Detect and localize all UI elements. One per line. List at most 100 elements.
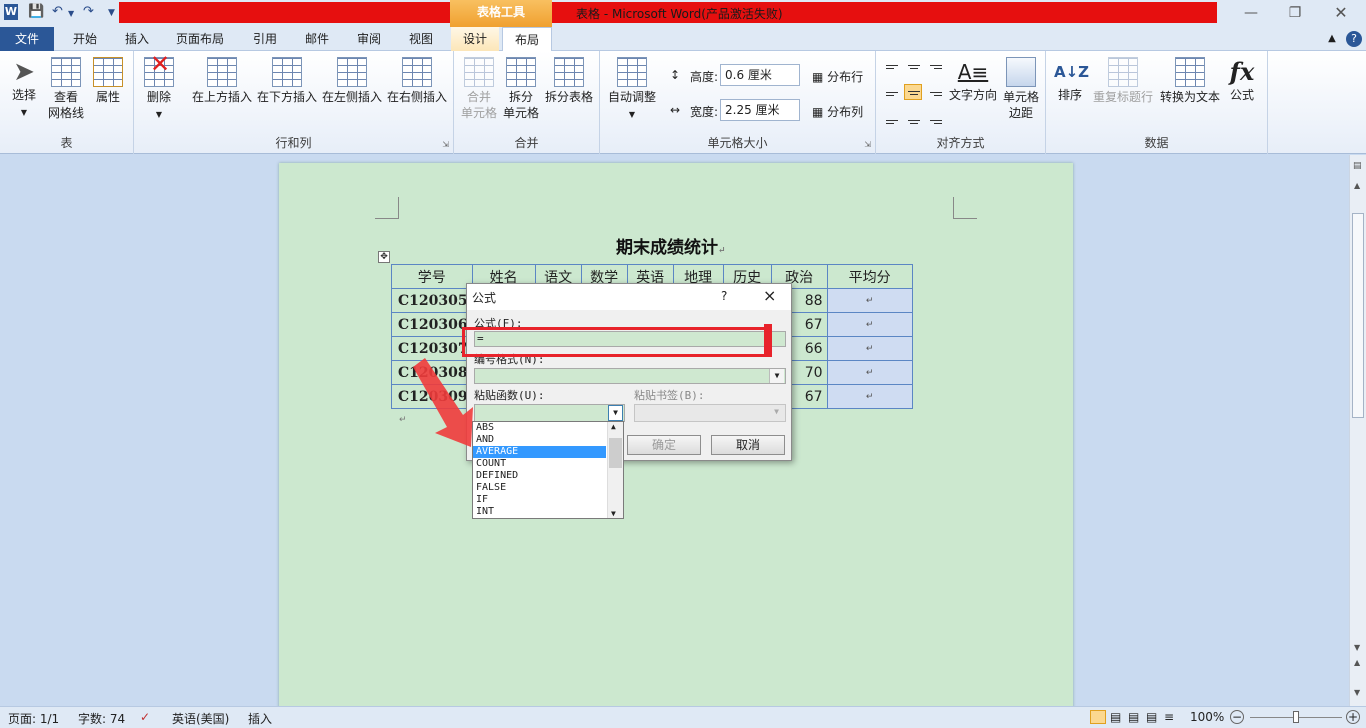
ok-button[interactable]: 确定 xyxy=(627,435,701,455)
scroll-up-icon[interactable]: ▲ xyxy=(611,422,616,431)
list-item[interactable]: FALSE xyxy=(473,482,606,494)
tab-review[interactable]: 审阅 xyxy=(346,27,392,51)
list-item[interactable]: ABS xyxy=(473,422,606,434)
insert-below-button[interactable]: 在下方插入 xyxy=(255,57,319,105)
tab-insert[interactable]: 插入 xyxy=(114,27,160,51)
print-layout-view-icon[interactable] xyxy=(1090,710,1106,724)
list-scroll-thumb[interactable] xyxy=(609,438,622,468)
redo-icon[interactable]: ↷ xyxy=(83,4,94,19)
undo-dropdown-icon[interactable]: ▼ xyxy=(68,9,74,18)
scrollbar-thumb[interactable] xyxy=(1352,213,1364,418)
close-icon[interactable]: ✕ xyxy=(1326,3,1356,23)
number-format-select[interactable]: ▼ xyxy=(474,368,786,384)
list-item[interactable]: COUNT xyxy=(473,458,606,470)
average-cell[interactable]: ↵ xyxy=(826,312,913,337)
collapse-ribbon-icon[interactable]: ▲ xyxy=(1324,27,1340,51)
list-item[interactable]: INT xyxy=(473,506,606,518)
split-cells-button[interactable]: 拆分 单元格 xyxy=(502,57,540,121)
full-screen-view-icon[interactable]: ▤ xyxy=(1110,710,1121,724)
next-page-icon[interactable]: ▼ xyxy=(1354,688,1360,697)
vertical-scrollbar[interactable]: ▤ ▲ ▼ ▲ ▼ xyxy=(1349,155,1366,706)
merge-cells-button[interactable]: 合并 单元格 xyxy=(460,57,498,121)
view-gridlines-button[interactable]: 查看 网格线 xyxy=(46,57,86,121)
draft-view-icon[interactable]: ≡ xyxy=(1164,710,1174,724)
tab-file[interactable]: 文件 xyxy=(0,27,54,51)
proofing-icon[interactable]: ✓ xyxy=(140,710,150,724)
distribute-columns-button[interactable]: ▦ 分布列 xyxy=(812,103,863,120)
distribute-rows-button[interactable]: ▦ 分布行 xyxy=(812,68,863,85)
align-top-left-icon[interactable] xyxy=(882,61,900,77)
average-cell[interactable]: ↵ xyxy=(826,288,913,313)
average-cell[interactable]: ↵ xyxy=(826,336,913,361)
save-icon[interactable]: 💾 xyxy=(28,4,44,19)
delete-button[interactable]: ✕ 删除 ▼ xyxy=(142,52,176,123)
header-cell[interactable]: 平均分 xyxy=(826,264,913,289)
scroll-up-icon[interactable]: ▲ xyxy=(1354,181,1360,190)
align-bottom-center-icon[interactable] xyxy=(904,111,922,127)
tab-mailings[interactable]: 邮件 xyxy=(294,27,340,51)
function-list[interactable]: ABS AND AVERAGE COUNT DEFINED FALSE IF I… xyxy=(472,421,624,519)
properties-button[interactable]: 属性 xyxy=(90,57,126,105)
tab-view[interactable]: 视图 xyxy=(398,27,444,51)
student-id-cell[interactable]: C120306 xyxy=(391,312,473,337)
help-icon[interactable]: ? xyxy=(1346,31,1362,47)
convert-to-text-button[interactable]: 转换为文本 xyxy=(1158,57,1222,105)
list-item[interactable]: IF xyxy=(473,494,606,506)
paste-bookmark-select[interactable]: ▼ xyxy=(634,404,786,422)
repeat-header-rows-button[interactable]: 重复标题行 xyxy=(1090,57,1156,105)
height-spinner[interactable]: 0.6 厘米 xyxy=(720,64,800,86)
header-cell[interactable]: 学号 xyxy=(391,264,473,289)
tab-references[interactable]: 引用 xyxy=(242,27,288,51)
average-cell[interactable]: ↵ xyxy=(826,384,913,409)
chevron-down-icon[interactable]: ▼ xyxy=(769,369,784,383)
tab-layout[interactable]: 布局 xyxy=(502,27,552,52)
language-indicator[interactable]: 英语(美国) xyxy=(172,710,229,727)
previous-page-icon[interactable]: ▲ xyxy=(1354,658,1360,667)
zoom-in-icon[interactable]: + xyxy=(1346,710,1360,724)
student-id-cell[interactable]: C120305 xyxy=(391,288,473,313)
split-table-button[interactable]: 拆分表格 xyxy=(542,57,596,105)
insert-left-button[interactable]: 在左侧插入 xyxy=(320,57,384,105)
list-item[interactable]: AND xyxy=(473,434,606,446)
undo-icon[interactable]: ↶ xyxy=(52,4,63,19)
align-middle-center-icon[interactable] xyxy=(904,84,922,100)
width-spinner[interactable]: 2.25 厘米 xyxy=(720,99,800,121)
tab-page-layout[interactable]: 页面布局 xyxy=(168,27,232,51)
word-count[interactable]: 字数: 74 xyxy=(78,710,125,727)
zoom-slider-thumb[interactable] xyxy=(1293,711,1299,723)
list-item-selected[interactable]: AVERAGE xyxy=(473,446,606,458)
web-layout-view-icon[interactable]: ▤ xyxy=(1128,710,1139,724)
insert-above-button[interactable]: 在上方插入 xyxy=(190,57,254,105)
sort-button[interactable]: A↓Z 排序 xyxy=(1054,57,1089,103)
table-move-handle-icon[interactable]: ✥ xyxy=(378,251,390,263)
list-item[interactable]: DEFINED xyxy=(473,470,606,482)
cancel-button[interactable]: 取消 xyxy=(711,435,785,455)
insert-right-button[interactable]: 在右侧插入 xyxy=(385,57,449,105)
minimize-icon[interactable]: — xyxy=(1236,3,1266,23)
text-direction-button[interactable]: A≡ 文字方向 xyxy=(948,57,998,103)
average-cell[interactable]: ↵ xyxy=(826,360,913,385)
align-middle-left-icon[interactable] xyxy=(882,85,900,101)
cell-margins-button[interactable]: 单元格 边距 xyxy=(1000,57,1042,121)
select-button[interactable]: ➤ 选择 ▼ xyxy=(6,57,42,121)
align-middle-right-icon[interactable] xyxy=(926,85,944,101)
tab-design[interactable]: 设计 xyxy=(451,27,499,51)
align-top-right-icon[interactable] xyxy=(926,61,944,77)
dialog-close-button[interactable]: × xyxy=(763,286,776,305)
paste-function-select[interactable]: ▼ xyxy=(474,404,625,422)
page-count[interactable]: 页面: 1/1 xyxy=(8,710,59,727)
word-app-icon[interactable]: W xyxy=(4,4,18,20)
scroll-down-icon[interactable]: ▼ xyxy=(611,509,616,518)
customize-qat-icon[interactable]: ▼ xyxy=(108,8,115,18)
chevron-down-icon[interactable]: ▼ xyxy=(608,405,623,421)
scroll-down-icon[interactable]: ▼ xyxy=(1354,643,1360,652)
zoom-level[interactable]: 100% xyxy=(1190,710,1224,724)
align-top-center-icon[interactable] xyxy=(904,61,922,77)
dialog-help-button[interactable]: ? xyxy=(721,289,727,303)
ruler-toggle-icon[interactable]: ▤ xyxy=(1353,161,1362,171)
zoom-out-icon[interactable]: − xyxy=(1230,710,1244,724)
tab-home[interactable]: 开始 xyxy=(62,27,108,51)
insert-mode-indicator[interactable]: 插入 xyxy=(248,710,272,727)
outline-view-icon[interactable]: ▤ xyxy=(1146,710,1157,724)
formula-button[interactable]: fx 公式 xyxy=(1224,57,1260,103)
